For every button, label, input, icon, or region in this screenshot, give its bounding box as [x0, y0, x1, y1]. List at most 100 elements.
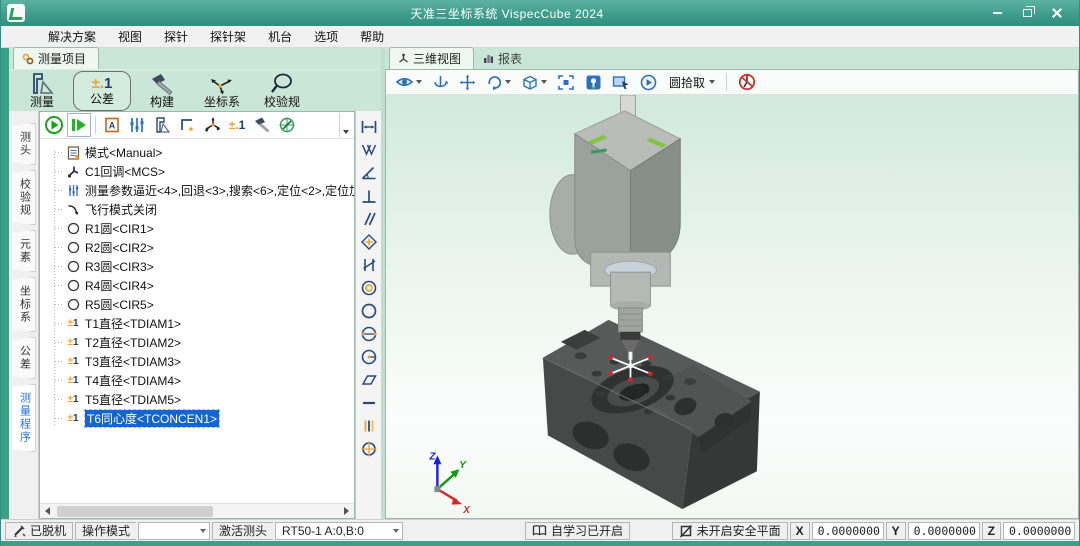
tree-item-mode[interactable]: 模式<Manual>: [48, 143, 354, 162]
tol-parallelism-button[interactable]: [357, 207, 381, 230]
side-tab-csys[interactable]: 坐标系: [12, 277, 36, 332]
zoom-fit-button[interactable]: [554, 71, 578, 93]
menu-solution[interactable]: 解决方案: [37, 26, 107, 47]
restore-icon: [1023, 9, 1032, 17]
tree-item-circle-5[interactable]: R5圆<CIR5>: [48, 295, 354, 314]
csys-button[interactable]: [200, 113, 224, 137]
tol-angle-button[interactable]: [357, 161, 381, 184]
side-tab-element[interactable]: 元素: [12, 230, 36, 272]
active-probe-select[interactable]: RT50-1 A:0,B:0: [275, 522, 403, 540]
ribbon-measure-button[interactable]: 测量: [13, 71, 71, 111]
tol-concentricity-button[interactable]: [357, 276, 381, 299]
tree-item-tol-2[interactable]: ±1 T2直径<TDIAM2>: [48, 333, 354, 352]
side-tab-tolerance[interactable]: 公差: [12, 337, 36, 379]
construct-button[interactable]: [250, 113, 274, 137]
circle-pick-button[interactable]: 圆拾取: [664, 71, 718, 93]
chevron-down-icon: [505, 80, 511, 84]
rotate-button[interactable]: [483, 71, 514, 93]
label-a-icon: A: [103, 116, 121, 134]
ribbon-tolerance-button[interactable]: ±.1 公差: [73, 71, 131, 111]
menu-view[interactable]: 视图: [107, 26, 153, 47]
tol-runout-arrows-button[interactable]: [357, 138, 381, 161]
ribbon-construct-button[interactable]: 构建: [133, 71, 191, 111]
tree-item-params[interactable]: 测量参数逼近<4>,回退<3>,搜索<6>,定位<2>,定位加<2>,测: [48, 181, 354, 200]
tree-item-circle-2[interactable]: R2圆<CIR2>: [48, 238, 354, 257]
tol-circular-runout-button[interactable]: [357, 322, 381, 345]
tol-perpendicularity-button[interactable]: [357, 184, 381, 207]
tol-symmetry-button[interactable]: [357, 414, 381, 437]
view-toolbar: 圆拾取: [385, 69, 1079, 95]
menu-machine[interactable]: 机台: [257, 26, 303, 47]
side-tab-program[interactable]: 测量程序: [12, 384, 36, 452]
ribbon-csys-button[interactable]: 坐标系: [193, 71, 251, 111]
tol-angularity-button[interactable]: [357, 253, 381, 276]
view-cube-button[interactable]: [518, 71, 550, 93]
program-tree[interactable]: 模式<Manual> C1回调<MCS> 测量参数逼: [40, 139, 354, 503]
visibility-button[interactable]: [392, 71, 425, 93]
ribbon-gauge-button[interactable]: 校验规: [253, 71, 311, 111]
tol-total-runout-button[interactable]: [357, 345, 381, 368]
step-run-button[interactable]: [67, 113, 91, 137]
window-select-button[interactable]: [609, 71, 633, 93]
operation-mode-select[interactable]: [138, 522, 210, 540]
tree-item-tol-3[interactable]: ±1 T3直径<TDIAM3>: [48, 352, 354, 371]
restore-button[interactable]: [1019, 6, 1035, 20]
tolerance-strip: [355, 111, 381, 519]
run-program-button[interactable]: [42, 113, 66, 137]
rotate-icon: [486, 74, 503, 91]
safety-plane-status[interactable]: 未开启安全平面: [672, 522, 788, 540]
tree-item-circle-1[interactable]: R1圆<CIR1>: [48, 219, 354, 238]
scroll-right-button[interactable]: [339, 504, 354, 518]
tol-position-button[interactable]: [357, 230, 381, 253]
close-button[interactable]: [1049, 6, 1065, 20]
corner-button[interactable]: [175, 113, 199, 137]
minimize-button[interactable]: [989, 6, 1005, 20]
tab-measure-project[interactable]: 测量项目: [13, 47, 99, 69]
tree-item-tol-4[interactable]: ±1 T4直径<TDIAM4>: [48, 371, 354, 390]
axis-x-label: X: [462, 505, 471, 516]
self-learning-status[interactable]: 自学习已开启: [525, 522, 630, 540]
locate-button[interactable]: [582, 71, 605, 93]
tol-roundness-button[interactable]: [357, 299, 381, 322]
scroll-left-button[interactable]: [40, 504, 55, 518]
pan-button[interactable]: [456, 71, 479, 93]
tree-item-circle-3[interactable]: R3圆<CIR3>: [48, 257, 354, 276]
auto-run-button[interactable]: [637, 71, 660, 93]
parameters-button[interactable]: [125, 113, 149, 137]
tol-flatness-button[interactable]: [357, 368, 381, 391]
tree-item-fly-mode[interactable]: 飞行模式关闭: [48, 200, 354, 219]
scrollbar-track[interactable]: [55, 506, 339, 517]
label-button[interactable]: A: [100, 113, 124, 137]
left-ribbon: 测量 ±.1 公差 构建: [9, 69, 381, 111]
measure-element-button[interactable]: [150, 113, 174, 137]
window-bottom-edge: [1, 541, 1079, 546]
tree-item-tol-5[interactable]: ±1 T5直径<TDIAM5>: [48, 390, 354, 409]
report-icon: [483, 53, 494, 64]
probe-path-button[interactable]: [275, 113, 299, 137]
tol-distance-button[interactable]: [357, 115, 381, 138]
menu-probe[interactable]: 探针: [153, 26, 199, 47]
side-tab-gauge[interactable]: 校验规: [12, 170, 36, 225]
tab-3d-view[interactable]: 三维视图: [389, 47, 474, 69]
axes-icon: [203, 116, 221, 134]
menu-help[interactable]: 帮助: [349, 26, 395, 47]
tab-report[interactable]: 报表: [474, 47, 535, 69]
tree-horizontal-scrollbar[interactable]: [40, 503, 354, 518]
toolbar-separator: [726, 73, 727, 91]
side-tab-probe[interactable]: 测头: [12, 123, 36, 165]
menu-probe-rack[interactable]: 探针架: [199, 26, 257, 47]
tol-true-position-button[interactable]: [357, 437, 381, 460]
scrollbar-thumb[interactable]: [57, 506, 213, 517]
3d-viewport[interactable]: Z Y X: [385, 95, 1079, 519]
tree-item-tol-1[interactable]: ±1 T1直径<TDIAM1>: [48, 314, 354, 333]
tree-item-recall[interactable]: C1回调<MCS>: [48, 162, 354, 181]
orbit-button[interactable]: [429, 71, 452, 93]
window-select-icon: [612, 74, 630, 90]
tree-item-circle-4[interactable]: R4圆<CIR4>: [48, 276, 354, 295]
tolerance-button[interactable]: ±.1: [225, 113, 249, 137]
menu-options[interactable]: 选项: [303, 26, 349, 47]
tol-straightness-button[interactable]: [357, 391, 381, 414]
tree-item-concentricity[interactable]: ±1 T6同心度<TCONCEN1>: [48, 409, 354, 428]
probe-disable-button[interactable]: [735, 71, 759, 93]
toolbar-overflow-button[interactable]: [339, 113, 352, 137]
